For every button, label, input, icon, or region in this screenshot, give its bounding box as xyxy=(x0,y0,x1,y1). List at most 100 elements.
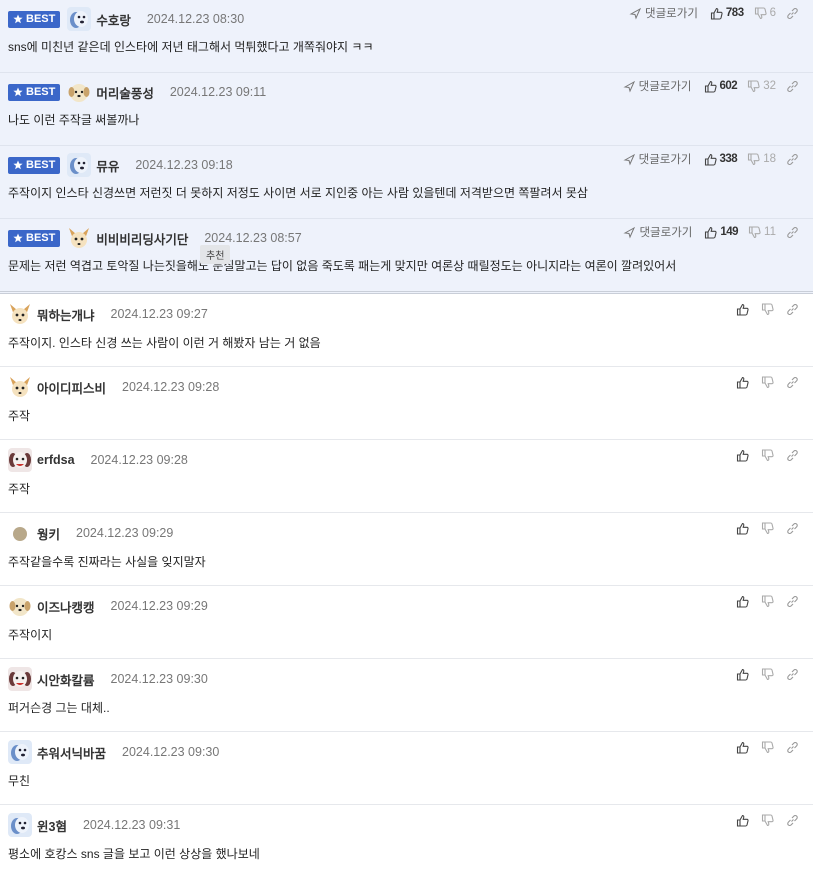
link-icon xyxy=(787,669,798,680)
comment-date: 2024.12.23 09:31 xyxy=(82,818,181,832)
upvote-button[interactable] xyxy=(736,595,749,608)
nickname[interactable]: 머리술풍성 xyxy=(96,83,154,102)
upvote-button[interactable] xyxy=(736,376,749,389)
star-icon xyxy=(13,233,23,243)
avatar[interactable] xyxy=(8,375,32,399)
best-comment: BEST 수호랑 2024.12.23 08:30 댓글로가기 783 6 sn… xyxy=(0,0,813,73)
downvote-button[interactable] xyxy=(761,741,774,754)
link-button[interactable] xyxy=(786,7,799,20)
upvote-button[interactable] xyxy=(736,741,749,754)
nickname[interactable]: 이즈나캥캥 xyxy=(37,597,95,616)
link-button[interactable] xyxy=(786,814,799,827)
downvote-count: 32 xyxy=(763,80,776,92)
link-icon xyxy=(787,523,798,534)
comment: 추워서닉바꿈 2024.12.23 09:30 무친 xyxy=(0,732,813,805)
thumbs-down-icon xyxy=(761,449,774,462)
dog-blue-icon xyxy=(67,153,92,177)
avatar[interactable] xyxy=(8,521,32,545)
upvote-button[interactable]: 783 xyxy=(710,7,744,20)
downvote-button[interactable]: 6 xyxy=(754,6,776,20)
nickname[interactable]: 추워서닉바꿈 xyxy=(37,743,106,762)
upvote-button[interactable] xyxy=(736,522,749,535)
star-icon xyxy=(13,14,23,24)
link-button[interactable] xyxy=(786,80,799,93)
link-button[interactable] xyxy=(786,522,799,535)
thumbs-down-icon xyxy=(761,376,774,389)
upvote-button[interactable] xyxy=(736,303,749,316)
avatar[interactable] xyxy=(67,80,91,104)
downvote-button[interactable] xyxy=(761,303,774,316)
downvote-count: 11 xyxy=(764,226,776,238)
downvote-button[interactable]: 18 xyxy=(747,152,776,166)
thumbs-down-icon xyxy=(761,303,774,316)
comment-meta: 추워서닉바꿈 2024.12.23 09:30 xyxy=(8,740,219,764)
downvote-button[interactable]: 11 xyxy=(748,225,776,239)
avatar[interactable] xyxy=(67,7,92,31)
chihuahua-icon xyxy=(10,304,30,324)
comment-date: 2024.12.23 09:18 xyxy=(135,158,233,172)
nickname[interactable]: 아이디피스비 xyxy=(37,378,106,397)
nickname[interactable]: erfdsa xyxy=(37,453,75,467)
avatar[interactable] xyxy=(8,594,32,618)
comment-text: sns에 미친년 같은데 인스타에 저년 태그해서 먹튀했다고 개쪽줘야지 ㅋㅋ xyxy=(8,40,374,54)
link-button[interactable] xyxy=(786,226,799,239)
upvote-button[interactable]: 149 xyxy=(704,226,739,239)
comment-actions xyxy=(736,303,799,316)
link-button[interactable] xyxy=(786,741,799,754)
avatar[interactable] xyxy=(8,667,32,691)
reply-link[interactable]: 댓글로가기 xyxy=(623,151,692,167)
nickname[interactable]: 시안화칼륨 xyxy=(37,670,95,689)
link-button[interactable] xyxy=(786,595,799,608)
nickname[interactable]: 뭐하는개냐 xyxy=(37,305,95,324)
nickname[interactable]: 웡키 xyxy=(37,524,60,543)
upvote-count: 783 xyxy=(725,7,744,19)
upvote-tooltip: 추천 xyxy=(200,245,231,264)
dog-blue-icon xyxy=(8,740,32,764)
chihuahua-icon xyxy=(69,228,90,248)
comment-text: 퍼거슨경 그는 대체.. xyxy=(8,701,110,715)
nickname[interactable]: 수호랑 xyxy=(96,10,131,29)
upvote-button[interactable]: 602 xyxy=(704,80,738,93)
avatar[interactable] xyxy=(67,153,92,177)
thumbs-up-icon xyxy=(705,226,717,239)
link-icon xyxy=(787,153,798,165)
comment-actions: 댓글로가기 602 32 xyxy=(623,78,799,94)
avatar[interactable] xyxy=(8,302,32,326)
comment: 시안화칼륨 2024.12.23 09:30 퍼거슨경 그는 대체.. xyxy=(0,659,813,732)
nickname[interactable]: 윈3혐 xyxy=(37,816,67,835)
downvote-button[interactable] xyxy=(761,449,774,462)
link-button[interactable] xyxy=(786,376,799,389)
thumbs-down-icon xyxy=(761,668,774,681)
link-button[interactable] xyxy=(786,153,799,166)
best-comment: BEST 비비비리딩사기단 2024.12.23 08:57 댓글로가기 149… xyxy=(0,219,813,294)
comment-meta: 윈3혐 2024.12.23 09:31 xyxy=(8,813,181,837)
reply-link[interactable]: 댓글로가기 xyxy=(623,224,692,240)
downvote-button[interactable] xyxy=(761,668,774,681)
downvote-button[interactable] xyxy=(761,522,774,535)
nickname[interactable]: 비비비리딩사기단 xyxy=(96,229,188,248)
best-badge: BEST xyxy=(8,156,61,174)
link-button[interactable] xyxy=(786,449,799,462)
reply-link[interactable]: 댓글로가기 xyxy=(629,5,698,21)
downvote-button[interactable] xyxy=(761,814,774,827)
avatar[interactable] xyxy=(8,448,32,472)
upvote-button[interactable] xyxy=(736,814,749,827)
downvote-button[interactable] xyxy=(761,376,774,389)
avatar[interactable] xyxy=(8,813,32,837)
upvote-button[interactable] xyxy=(736,449,749,462)
reply-link[interactable]: 댓글로가기 xyxy=(623,78,692,94)
link-button[interactable] xyxy=(786,303,799,316)
arrow-icon xyxy=(623,226,636,238)
comment-date: 2024.12.23 08:57 xyxy=(204,231,302,245)
avatar[interactable] xyxy=(67,226,91,250)
link-icon xyxy=(787,7,798,19)
downvote-button[interactable]: 32 xyxy=(747,79,776,93)
upvote-button[interactable]: 338 xyxy=(704,153,738,166)
nickname[interactable]: 뮤유 xyxy=(96,156,119,175)
upvote-button[interactable] xyxy=(736,668,749,681)
link-button[interactable] xyxy=(786,668,799,681)
comment-date: 2024.12.23 09:28 xyxy=(90,453,188,467)
avatar[interactable] xyxy=(8,740,32,764)
puppy-round-icon xyxy=(68,84,90,102)
downvote-button[interactable] xyxy=(761,595,774,608)
